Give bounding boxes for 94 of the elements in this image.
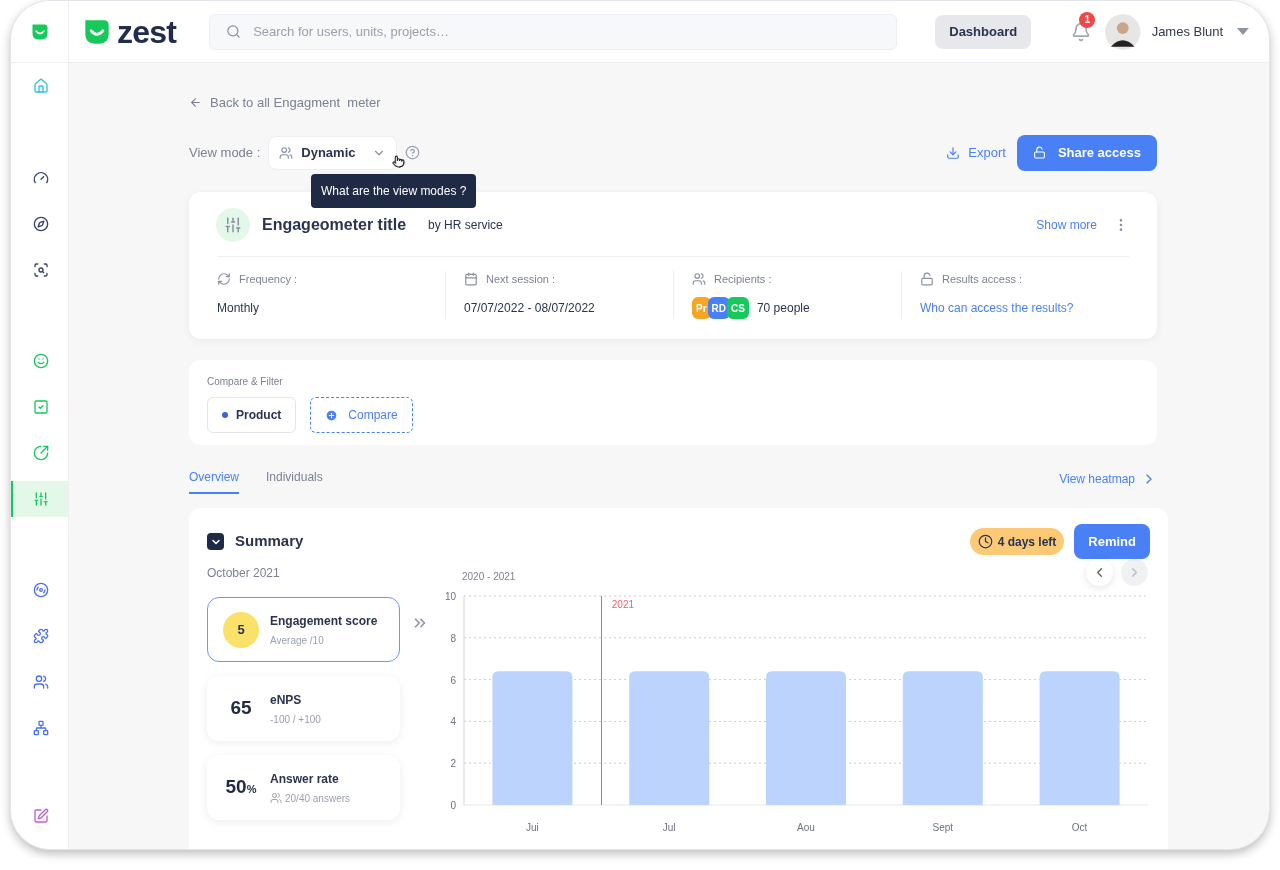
filter-label: Compare & Filter: [207, 375, 284, 389]
unlock-icon: [920, 271, 934, 286]
previous-button[interactable]: [1086, 559, 1113, 586]
pointer-cursor-icon: [392, 154, 405, 168]
axis-tick-label: 10: [444, 591, 456, 602]
share-access-button[interactable]: Share access: [1016, 134, 1157, 171]
field-value: 70 people: [756, 300, 810, 317]
smiley-icon: [32, 353, 49, 369]
help-icon[interactable]: [404, 145, 420, 160]
show-more-link[interactable]: Show more: [1036, 215, 1097, 234]
dropdown-caret-icon[interactable]: [1237, 27, 1249, 36]
metric-title: Engagement score: [270, 612, 378, 630]
back-arrow-icon: [189, 96, 202, 110]
field-label: Frequency :: [239, 271, 298, 287]
field-label: Results access :: [942, 271, 1023, 287]
users-icon: [279, 145, 294, 160]
checkbox-icon: [32, 399, 49, 415]
axis-category-label: Jui: [526, 822, 539, 833]
users-icon: [32, 674, 49, 690]
logo-icon: [30, 22, 49, 41]
export-button[interactable]: Export: [946, 142, 1006, 163]
search-person-icon: [32, 262, 49, 278]
axis-category-label: Aou: [797, 822, 815, 833]
users-icon: [270, 792, 282, 804]
dashboard-button[interactable]: Dashboard: [935, 14, 1032, 49]
logo-text: zest: [117, 15, 177, 48]
score-value: 5: [223, 611, 259, 648]
view-heatmap-link[interactable]: View heatmap: [1059, 470, 1157, 488]
chart-title: 2020 - 2021: [462, 570, 516, 584]
collapse-toggle[interactable]: [207, 533, 224, 550]
axis-tick-label: 2: [450, 758, 456, 770]
refresh-icon: [217, 271, 231, 286]
sliders-icon: [32, 491, 49, 507]
filter-chip[interactable]: Product: [207, 397, 297, 433]
network-icon: [32, 720, 49, 736]
back-link[interactable]: Back to all Engagment meter: [189, 93, 381, 113]
calendar-icon: [464, 271, 478, 286]
field-value: Monthly: [217, 300, 261, 317]
metric-title: Answer rate: [270, 770, 340, 788]
logo-icon: [83, 17, 111, 46]
tab[interactable]: Individuals: [266, 468, 323, 494]
plus-circle-icon: [325, 408, 339, 422]
search-box[interactable]: Search for users, units, projects…: [209, 13, 898, 50]
user-name[interactable]: James Blunt: [1151, 21, 1224, 42]
compare-button[interactable]: Compare: [310, 397, 413, 433]
notification-icon[interactable]: [1071, 21, 1092, 42]
users-icon: [692, 271, 706, 286]
axis-tick-label: 8: [450, 632, 456, 644]
metric-value: 50%: [225, 775, 257, 800]
metric-subtitle: -100 / +100: [270, 712, 321, 727]
metric-card[interactable]: 50% Answer rate 20/40 answers: [207, 755, 401, 820]
search-icon: [226, 24, 242, 39]
home-icon: [32, 78, 49, 94]
view-mode-label: View mode :: [189, 143, 261, 162]
view-mode-dropdown[interactable]: Dynamic: [268, 135, 397, 170]
field-label: Recipients :: [714, 271, 772, 287]
axis-tick-label: 0: [450, 800, 456, 811]
period-label: October 2021: [207, 565, 281, 582]
tooltip: What are the view modes ?: [311, 173, 477, 208]
puzzle-icon: [32, 628, 49, 644]
metric-card[interactable]: 65 eNPS -100 / +100: [207, 676, 401, 741]
remind-button[interactable]: Remind: [1074, 524, 1150, 559]
axis-category-label: Oct: [1071, 822, 1088, 833]
axis-tick-label: 4: [450, 716, 456, 728]
field-value: 07/07/2022 - 08/07/2022: [464, 300, 596, 317]
metric-title: eNPS: [270, 691, 303, 709]
avatar[interactable]: [1105, 13, 1141, 50]
download-icon: [946, 145, 961, 160]
metric-value: 65: [230, 696, 252, 721]
unlock-icon: [1032, 146, 1046, 159]
axis-tick-label: 6: [450, 674, 456, 686]
summary-title: Summary: [235, 531, 304, 552]
axis-category-label: Jul: [662, 822, 676, 833]
compass-icon: [32, 216, 49, 232]
axis-category-label: Sept: [932, 822, 954, 833]
edit-icon: [32, 808, 49, 824]
sliders-icon: [216, 207, 250, 242]
metric-subtitle: 20/40 answers: [285, 791, 351, 806]
results-access-link[interactable]: Who can access the results?: [920, 297, 1074, 319]
search-field[interactable]: Search for users, units, projects…: [253, 21, 881, 42]
year-label: 2021: [611, 599, 635, 610]
metric-subtitle: Average /10: [270, 633, 324, 648]
notification-badge: 1: [1079, 11, 1096, 28]
days-left-badge: 4 days left: [969, 528, 1065, 555]
recipient-chip: CS: [727, 297, 749, 319]
arrow-circle-icon: [32, 445, 49, 461]
gauge-icon: [32, 170, 49, 186]
byline: by HR service: [428, 216, 503, 234]
metric-card[interactable]: 5 Engagement score Average /10: [207, 597, 401, 662]
target-icon: [32, 582, 49, 598]
field-label: Next session :: [486, 271, 556, 287]
card-title: Engageometer title: [262, 214, 407, 235]
recipient-chip: Pr: [692, 297, 711, 319]
tab[interactable]: Overview: [189, 468, 239, 494]
